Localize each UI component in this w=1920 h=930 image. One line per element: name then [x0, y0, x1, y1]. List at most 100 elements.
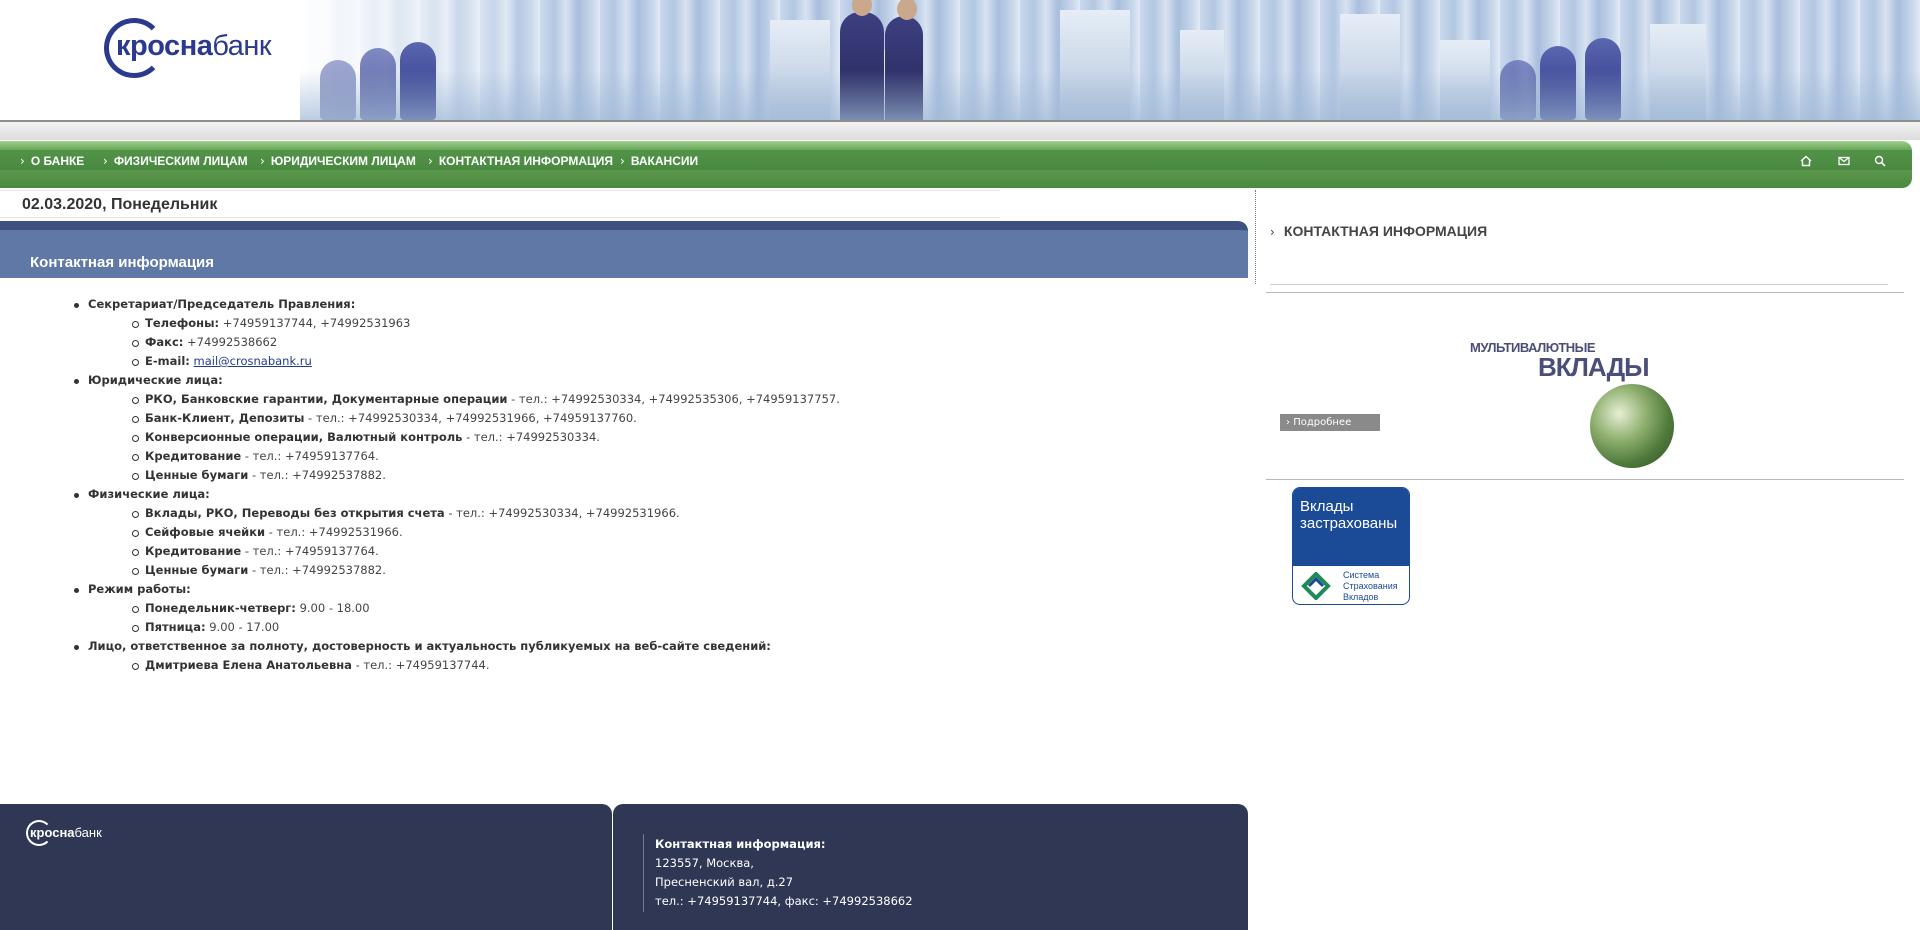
item-label: Дмитриева Елена Анатольевна — [145, 658, 352, 672]
more-button[interactable]: › Подробнее — [1280, 414, 1380, 431]
header: кроснабанк — [0, 0, 1920, 122]
item-label: Ценные бумаги — [145, 468, 249, 482]
list-item-fax: Факс: +74992538662 — [131, 335, 278, 354]
list-item-phones: Телефоны: +74959137744, +74992531963 — [131, 316, 411, 335]
money-globe-image — [1590, 384, 1674, 468]
column-separator — [1255, 190, 1256, 284]
nav-item-label: ЮРИДИЧЕСКИМ ЛИЦАМ — [270, 154, 416, 168]
item-label: РКО, Банковские гарантии, Документарные … — [145, 392, 508, 406]
list-item-hours: Режим работы: — [74, 582, 191, 601]
item-label: Конверсионные операции, Валютный контрол… — [145, 430, 463, 444]
item-label: Понедельник-четверг: — [145, 601, 296, 615]
bank-logo[interactable]: кроснабанк — [104, 18, 284, 80]
item-value: - тел.: +74992531966. — [265, 525, 403, 539]
footer-logo[interactable]: кроснабанк — [26, 820, 136, 850]
nav-item-individuals[interactable]: › ФИЗИЧЕСКИМ ЛИЦАМ — [103, 153, 248, 169]
section-heading: Секретариат/Председатель Правления: — [88, 297, 356, 311]
item-label: Кредитование — [145, 544, 242, 558]
item-value: +74959137744, +74992531963 — [219, 316, 411, 330]
list-item-legal: Юридические лица: — [74, 373, 223, 392]
item-label: Вклады, РКО, Переводы без открытия счета — [145, 506, 445, 520]
page-title: Контактная информация — [30, 254, 215, 271]
list-item: Дмитриева Елена Анатольевна - тел.: +749… — [131, 658, 490, 677]
multicurrency-deposits-banner[interactable]: МУЛЬТИВАЛЮТНЫЕ ВКЛАДЫ › Подробнее — [1270, 332, 1900, 472]
main-navigation: › О БАНКЕ › ФИЗИЧЕСКИМ ЛИЦАМ › ЮРИДИЧЕСК… — [0, 141, 1912, 188]
content-header: Контактная информация — [0, 221, 1248, 278]
section-heading: Юридические лица: — [88, 373, 223, 387]
list-item: Конверсионные операции, Валютный контрол… — [132, 430, 600, 449]
deposit-insurance-logo-icon — [1301, 572, 1331, 600]
chevron-right-icon: › — [620, 154, 625, 168]
nav-item-contacts[interactable]: › КОНТАКТНАЯ ИНФОРМАЦИЯ — [428, 153, 613, 169]
item-value: - тел.: +74959137764. — [241, 449, 379, 463]
item-label: Телефоны: — [145, 316, 220, 330]
chevron-right-icon: › — [1270, 225, 1275, 239]
deposit-insurance-badge[interactable]: Вклады застрахованы Система Страхования … — [1292, 487, 1410, 605]
logo-text-rest: банк — [212, 30, 272, 62]
chevron-right-icon: › — [103, 154, 108, 168]
list-item: Ценные бумаги - тел.: +74992537882. — [132, 563, 386, 582]
footer-address-line: 123557, Москва, — [655, 856, 754, 870]
list-item: Ценные бумаги - тел.: +74992537882. — [132, 468, 386, 487]
item-value: - тел.: +74992537882. — [248, 563, 386, 577]
item-value: +74992538662 — [183, 335, 278, 349]
nav-item-label: ВАКАНСИИ — [630, 154, 699, 168]
sidebar-section-link[interactable]: › КОНТАКТНАЯ ИНФОРМАЦИЯ — [1270, 221, 1690, 241]
item-value: - тел.: +74992530334, +74992531966, +749… — [304, 411, 637, 425]
insurance-title: Вклады застрахованы — [1300, 498, 1398, 532]
footer-phones: тел.: +74959137744, факс: +74992538662 — [655, 894, 913, 908]
chevron-right-icon: › — [428, 154, 433, 168]
item-label: Банк-Клиент, Депозиты — [145, 411, 305, 425]
list-item: Пятница: 9.00 - 17.00 — [131, 620, 279, 639]
section-heading: Лицо, ответственное за полноту, достовер… — [88, 639, 771, 653]
list-item: Банк-Клиент, Депозиты - тел.: +749925303… — [132, 411, 637, 430]
item-label: Ценные бумаги — [145, 563, 249, 577]
list-item-individuals: Физические лица: — [74, 487, 210, 506]
nav-item-label: О БАНКЕ — [30, 154, 85, 168]
item-label: Пятница: — [145, 620, 206, 634]
item-value: - тел.: +74992530334. — [462, 430, 600, 444]
list-item: Сейфовые ячейки - тел.: +74992531966. — [132, 525, 403, 544]
insurance-system-name: Система Страхования Вкладов — [1343, 570, 1398, 602]
divider — [1266, 479, 1904, 480]
list-item: РКО, Банковские гарантии, Документарные … — [132, 392, 840, 411]
nav-item-legal-entities[interactable]: › ЮРИДИЧЕСКИМ ЛИЦАМ — [260, 153, 416, 169]
list-item-secretariat: Секретариат/Председатель Правления: — [73, 297, 356, 316]
list-item: Вклады, РКО, Переводы без открытия счета… — [132, 506, 680, 525]
logo-text-bold: кросна — [116, 30, 213, 62]
nav-item-label: ФИЗИЧЕСКИМ ЛИЦАМ — [113, 154, 248, 168]
list-item-email: E-mail: mail@crosnabank.ru — [132, 354, 312, 373]
nav-item-label: КОНТАКТНАЯ ИНФОРМАЦИЯ — [438, 154, 614, 168]
item-label: Кредитование — [145, 449, 242, 463]
list-item: Кредитование - тел.: +74959137764. — [132, 449, 379, 468]
email-link[interactable]: mail@crosnabank.ru — [194, 354, 312, 368]
chevron-right-icon: › — [260, 154, 265, 168]
date-bar: 02.03.2020, Понедельник — [0, 190, 1000, 218]
home-icon[interactable] — [1798, 153, 1814, 169]
item-value: - тел.: +74959137744. — [351, 658, 490, 672]
list-item-responsible: Лицо, ответственное за полноту, достовер… — [74, 639, 771, 658]
item-value: - тел.: +74992537882. — [248, 468, 386, 482]
nav-item-vacancies[interactable]: › ВАКАНСИИ — [620, 153, 698, 169]
sidebar-section-title: КОНТАКТНАЯ ИНФОРМАЦИЯ — [1283, 223, 1488, 239]
header-banner-image — [300, 0, 1920, 120]
item-value: - тел.: +74959137764. — [241, 544, 379, 558]
section-heading: Физические лица: — [88, 487, 210, 501]
header-subbar — [0, 122, 1920, 140]
divider — [1270, 284, 1888, 285]
more-button-label: Подробнее — [1293, 417, 1352, 428]
current-date: 02.03.2020, Понедельник — [22, 196, 218, 213]
promo-title: ВКЛАДЫ — [1538, 352, 1650, 382]
section-heading: Режим работы: — [88, 582, 191, 596]
footer-divider — [643, 834, 644, 912]
footer-contact-heading: Контактная информация: — [655, 837, 826, 851]
item-label: E-mail: — [145, 354, 190, 368]
item-value: 9.00 - 18.00 — [295, 601, 370, 615]
search-icon[interactable] — [1872, 153, 1888, 169]
nav-item-about[interactable]: › О БАНКЕ — [20, 153, 84, 169]
footer-left: кроснабанк — [0, 804, 612, 930]
divider — [1266, 292, 1904, 293]
footer-address-line: Пресненский вал, д.27 — [655, 875, 794, 889]
mail-icon[interactable] — [1836, 153, 1852, 169]
logo-text-rest: банк — [74, 825, 102, 840]
